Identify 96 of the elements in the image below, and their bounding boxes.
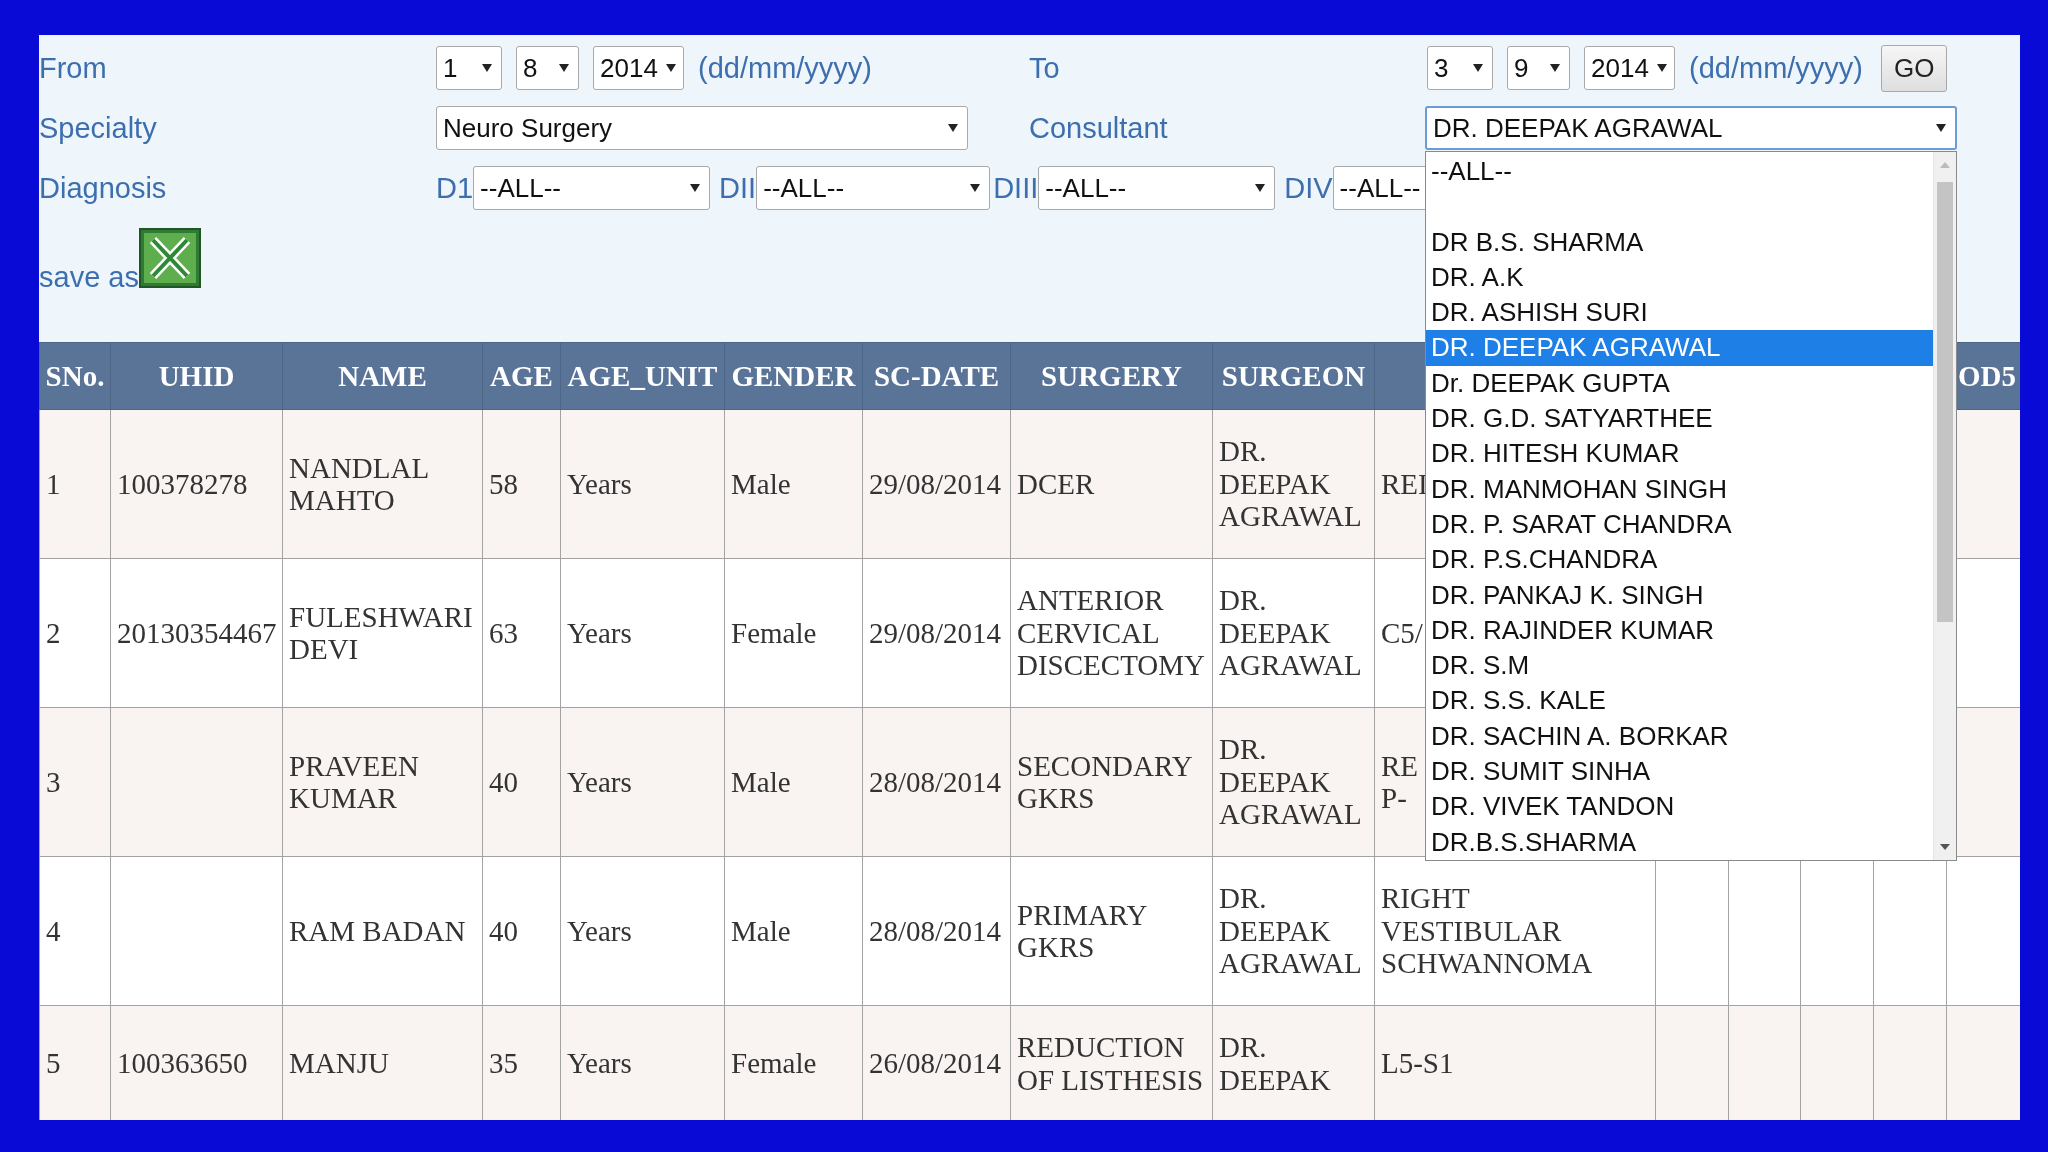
consultant-select[interactable]: DR. DEEPAK AGRAWAL (1425, 106, 1957, 150)
table-cell: NANDLAL MAHTO (282, 409, 483, 559)
field-label: DII (719, 171, 757, 205)
column-header: SC-DATE (862, 342, 1011, 410)
field-label: D1 (436, 171, 474, 205)
table-cell: PRIMARY GKRS (1010, 856, 1213, 1006)
save-as-label: save as (39, 261, 139, 294)
table-cell: L5-S1 (1374, 1005, 1656, 1120)
field-label: Consultant (1029, 111, 1169, 145)
table-cell: SECONDARY GKRS (1010, 707, 1213, 857)
table-cell: 28/08/2014 (862, 856, 1011, 1006)
table-cell: Years (560, 409, 725, 559)
table-cell: 100378278 (110, 409, 283, 559)
column-header: SNo. (39, 342, 111, 410)
table-cell: Years (560, 1005, 725, 1120)
table-cell: Male (724, 707, 863, 857)
dropdown-option[interactable]: DR. A.K (1426, 259, 1933, 296)
caret-icon (1550, 64, 1560, 72)
field-label: From (39, 51, 108, 85)
go-button[interactable]: GO (1881, 44, 1948, 92)
month-select[interactable]: 8 (516, 46, 579, 90)
day-select[interactable]: 1 (436, 46, 502, 90)
table-cell: 29/08/2014 (862, 409, 1011, 559)
table-cell: DR. DEEPAK AGRAWAL (1212, 558, 1375, 708)
table-cell: Male (724, 409, 863, 559)
caret-icon (690, 184, 701, 192)
table-cell: 58 (482, 409, 561, 559)
field-label: DIV (1284, 171, 1333, 205)
column-header: SURGERY (1010, 342, 1213, 410)
table-cell: 29/08/2014 (862, 558, 1011, 708)
diagnosis-select[interactable]: --ALL-- (473, 166, 711, 210)
column-header: GENDER (724, 342, 863, 410)
table-cell: 2 (39, 558, 111, 708)
table-cell: Female (724, 1005, 863, 1120)
column-header: NAME (282, 342, 483, 410)
caret-icon (1473, 64, 1483, 72)
column-header: AGE (482, 342, 561, 410)
caret-icon (948, 124, 958, 132)
table-cell: 35 (482, 1005, 561, 1120)
table-cell: DR. DEEPAK AGRAWAL (1212, 707, 1375, 857)
table-cell: 1 (39, 409, 111, 559)
column-header: UHID (110, 342, 283, 410)
dropdown-option[interactable]: --ALL-- (1426, 154, 1933, 190)
table-cell: 40 (482, 856, 561, 1006)
year-select[interactable]: 2014 (1584, 46, 1675, 90)
caret-icon (1656, 64, 1667, 72)
caret-icon (482, 64, 492, 72)
format-hint: (dd/mm/yyyy) (698, 51, 872, 85)
year-select[interactable]: 2014 (593, 46, 684, 90)
table-cell: Male (724, 856, 863, 1006)
format-hint: (dd/mm/yyyy) (1689, 51, 1863, 85)
table-cell: 26/08/2014 (862, 1005, 1011, 1120)
table-cell: FULESHWARI DEVI (282, 558, 483, 708)
table-cell: 40 (482, 707, 561, 857)
table-cell: DR. DEEPAK (1212, 1005, 1375, 1120)
table-cell: 4 (39, 856, 111, 1006)
table-cell: 28/08/2014 (862, 707, 1011, 857)
table-cell: PRAVEEN KUMAR (282, 707, 483, 857)
field-label: DIII (993, 171, 1039, 205)
diagnosis-select[interactable]: --ALL-- (1038, 166, 1276, 210)
table-cell: DR. DEEPAK AGRAWAL (1212, 409, 1375, 559)
table-cell: Years (560, 707, 725, 857)
table-cell: DCER (1010, 409, 1213, 559)
spreadsheet-icon[interactable] (138, 228, 201, 288)
specialty-select[interactable]: Neuro Surgery (436, 106, 968, 150)
table-cell: Female (724, 558, 863, 708)
table-cell: DR. DEEPAK AGRAWAL (1212, 856, 1375, 1006)
day-select[interactable]: 3 (1427, 46, 1493, 90)
field-label: Diagnosis (39, 171, 168, 205)
caret-icon (665, 64, 676, 72)
column-header: AGE_UNIT (560, 342, 725, 410)
dropdown-option[interactable]: DR. DEEPAK AGRAWAL (1426, 330, 1933, 366)
field-label: Specialty (39, 111, 158, 145)
table-cell: 5 (39, 1005, 111, 1120)
caret-icon (1936, 124, 1946, 132)
dropdown-option[interactable]: DR B.S. SHARMA (1426, 224, 1933, 260)
table-cell: 3 (39, 707, 111, 857)
caret-icon (559, 64, 569, 72)
table-cell: REDUCTION OF LISTHESIS (1010, 1005, 1213, 1120)
table-cell: 63 (482, 558, 561, 708)
table-cell: RAM BADAN (282, 856, 483, 1006)
month-select[interactable]: 9 (1507, 46, 1570, 90)
field-label: To (1029, 51, 1061, 85)
caret-icon (1255, 184, 1266, 192)
table-cell: Years (560, 856, 725, 1006)
dropdown-option[interactable]: Dr. DEEPAK GUPTA (1426, 365, 1933, 402)
table-cell: ANTERIOR CERVICAL DISCECTOMY (1010, 558, 1213, 708)
dropdown-option[interactable]: DR. ASHISH SURI (1426, 295, 1933, 331)
diagnosis-select[interactable]: --ALL-- (756, 166, 991, 210)
scrollbar[interactable] (1933, 152, 1956, 860)
table-cell: 20130354467 (110, 558, 283, 708)
table-cell: MANJU (282, 1005, 483, 1120)
caret-icon (970, 184, 981, 192)
column-header: SURGEON (1212, 342, 1375, 410)
table-cell: 100363650 (110, 1005, 283, 1120)
table-cell: Years (560, 558, 725, 708)
